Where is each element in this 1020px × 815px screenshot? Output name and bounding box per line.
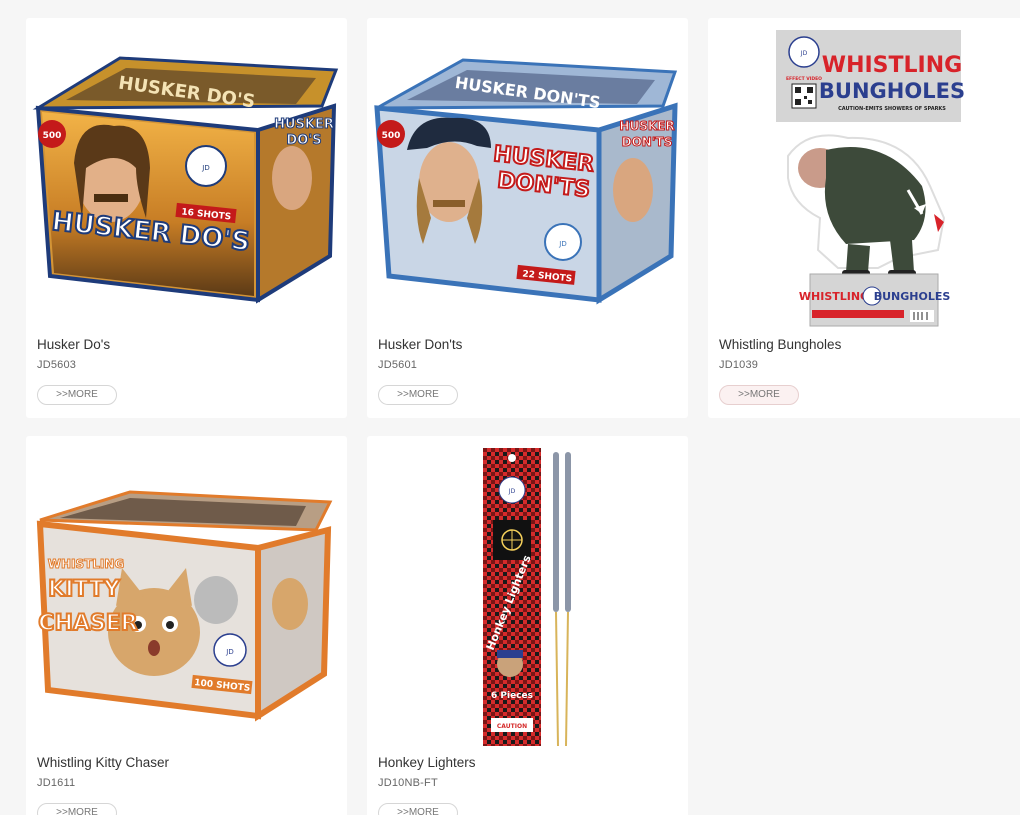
product-code: JD5601 <box>378 359 418 371</box>
svg-text:DO'S: DO'S <box>286 133 321 148</box>
svg-text:JD: JD <box>800 50 808 57</box>
product-name[interactable]: Husker Do's <box>37 337 110 352</box>
svg-text:HUSKER: HUSKER <box>274 117 334 132</box>
more-button[interactable]: >>MORE <box>37 803 117 815</box>
pieces-text: 6 Pieces <box>491 691 533 701</box>
effect-video-text: EFFECT VIDEO <box>786 76 822 82</box>
product-card[interactable]: JD EFFECT VIDEO WHISTLING BUNGHOLES CAUT… <box>708 18 1020 418</box>
box-title-2: KITTY <box>48 577 121 602</box>
product-name[interactable]: Whistling Bungholes <box>719 337 841 352</box>
more-button[interactable]: >>MORE <box>378 803 458 815</box>
product-code: JD1611 <box>37 777 76 789</box>
badge-text: 500 <box>382 131 401 141</box>
product-card[interactable]: WHISTLING KITTY CHASER JD 100 SHOTS Whis… <box>26 436 347 815</box>
base-title-right: BUNGHOLES <box>874 290 951 303</box>
svg-text:DON'TS: DON'TS <box>622 135 673 149</box>
svg-text:JD: JD <box>558 240 566 248</box>
box-title-3: CHASER <box>38 611 137 636</box>
svg-text:JD: JD <box>225 648 233 656</box>
more-button[interactable]: >>MORE <box>37 385 117 405</box>
product-image[interactable]: JD Honkey Lighters 6 Pieces CAUTION <box>367 436 688 756</box>
product-name[interactable]: Honkey Lighters <box>378 755 476 770</box>
product-image[interactable]: HUSKER DO'S 500 JD HUSKER DO'S 16 SHOTS … <box>26 18 347 338</box>
more-button[interactable]: >>MORE <box>378 385 458 405</box>
product-code: JD10NB-FT <box>378 777 438 789</box>
product-card[interactable]: JD Honkey Lighters 6 Pieces CAUTION Honk… <box>367 436 688 815</box>
svg-text:JD: JD <box>508 488 516 495</box>
product-name[interactable]: Husker Don'ts <box>378 337 462 352</box>
svg-text:JD: JD <box>201 164 209 172</box>
product-card[interactable]: HUSKER DON'TS 500 HUSKER DON'TS JD 22 SH… <box>367 18 688 418</box>
more-button[interactable]: >>MORE <box>719 385 799 405</box>
box-title-1: WHISTLING <box>48 557 125 571</box>
label-title-2: BUNGHOLES <box>819 79 965 103</box>
caution-text: CAUTION-EMITS SHOWERS OF SPARKS <box>838 106 946 112</box>
base-title-left: WHISTLING <box>799 290 869 303</box>
product-image[interactable]: JD EFFECT VIDEO WHISTLING BUNGHOLES CAUT… <box>708 18 1020 338</box>
product-card[interactable]: HUSKER DO'S 500 JD HUSKER DO'S 16 SHOTS … <box>26 18 347 418</box>
product-name[interactable]: Whistling Kitty Chaser <box>37 755 169 770</box>
product-image[interactable]: HUSKER DON'TS 500 HUSKER DON'TS JD 22 SH… <box>367 18 688 338</box>
svg-text:HUSKER: HUSKER <box>619 119 674 133</box>
product-code: JD5603 <box>37 359 77 371</box>
product-image[interactable]: WHISTLING KITTY CHASER JD 100 SHOTS <box>26 436 347 756</box>
badge-text: 500 <box>43 131 62 141</box>
product-code: JD1039 <box>719 359 759 371</box>
caution-text: CAUTION <box>497 723 527 730</box>
label-title-1: WHISTLING <box>822 53 962 78</box>
